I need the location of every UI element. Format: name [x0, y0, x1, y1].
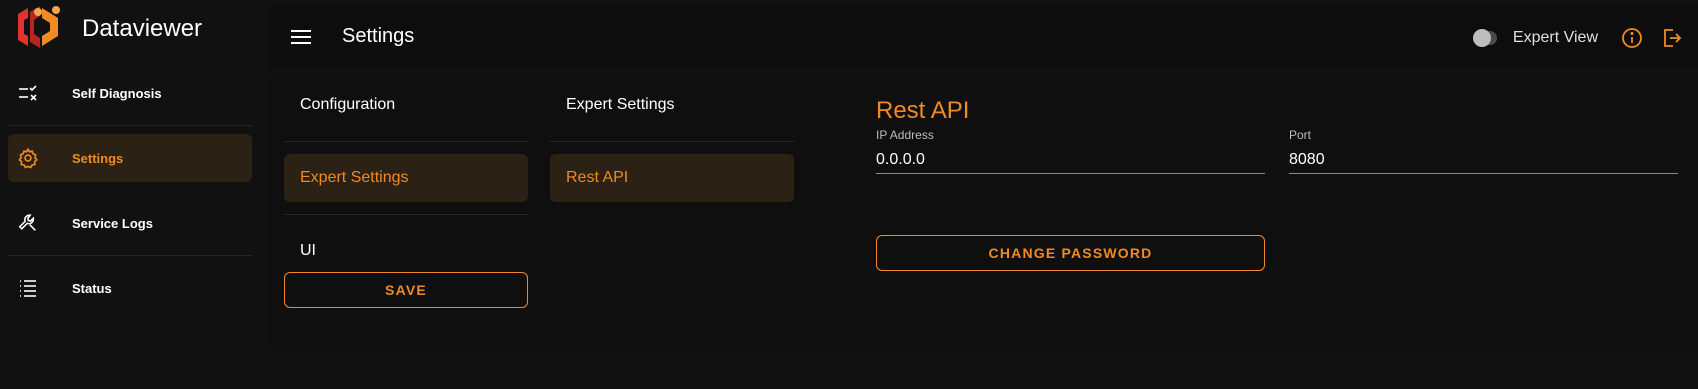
expert-settings-list: Expert Settings Rest API: [550, 81, 794, 202]
settings-categories: Configuration Expert Settings UI: [284, 81, 528, 275]
expert-settings-header: Expert Settings: [566, 96, 675, 113]
top-bar: Settings Expert View: [268, 6, 1698, 69]
expert-item-rest-api[interactable]: Rest API: [550, 154, 794, 202]
ip-address-label: IP Address: [876, 128, 934, 142]
app-root: Dataviewer Self Diagnosis Settings Servi…: [0, 0, 1698, 389]
list-icon: [17, 277, 39, 299]
brand[interactable]: Dataviewer: [14, 4, 203, 55]
change-password-button[interactable]: CHANGE PASSWORD: [876, 235, 1265, 271]
divider: [284, 141, 528, 142]
logout-icon[interactable]: [1660, 26, 1684, 50]
app-name: Dataviewer: [82, 15, 203, 42]
expert-view-label: Expert View: [1512, 28, 1598, 46]
gear-icon: [17, 147, 39, 169]
save-button[interactable]: SAVE: [284, 272, 528, 308]
sidebar-item-label: Service Logs: [72, 215, 153, 231]
header-actions: Expert View: [1472, 6, 1698, 69]
ip-address-field: IP Address: [876, 128, 1265, 174]
sidebar-item-settings[interactable]: Settings: [8, 134, 252, 182]
section-title: Rest API: [876, 97, 970, 124]
sidebar-item-label: Self Diagnosis: [72, 85, 162, 101]
divider: [8, 125, 252, 126]
divider: [550, 141, 794, 142]
sidebar-item-self-diagnosis[interactable]: Self Diagnosis: [8, 69, 252, 117]
category-expert-settings[interactable]: Expert Settings: [284, 154, 528, 202]
port-label: Port: [1289, 128, 1312, 142]
divider: [284, 214, 528, 215]
expert-view-toggle[interactable]: [1472, 28, 1497, 47]
category-configuration[interactable]: Configuration: [284, 81, 528, 129]
dataviewer-logo-icon: [14, 4, 66, 55]
settings-panel: Configuration Expert Settings UI SAVE Ex…: [268, 77, 1698, 347]
sidebar-item-status[interactable]: Status: [8, 264, 252, 312]
sidebar-nav: Self Diagnosis Settings Service Logs Sta…: [8, 69, 252, 312]
sidebar-item-service-logs[interactable]: Service Logs: [8, 199, 252, 247]
sidebar-item-label: Status: [72, 280, 112, 296]
divider: [8, 255, 252, 256]
checklist-icon: [17, 82, 39, 104]
ip-address-input[interactable]: [876, 150, 1265, 174]
port-field: Port: [1289, 128, 1678, 174]
menu-icon[interactable]: [290, 26, 312, 48]
info-icon[interactable]: [1620, 26, 1644, 50]
wrench-icon: [17, 212, 39, 234]
category-ui[interactable]: UI: [284, 227, 528, 275]
port-input[interactable]: [1289, 150, 1678, 174]
sidebar: Dataviewer Self Diagnosis Settings Servi…: [0, 0, 268, 389]
page-title: Settings: [342, 25, 415, 47]
sidebar-item-label: Settings: [72, 150, 124, 166]
